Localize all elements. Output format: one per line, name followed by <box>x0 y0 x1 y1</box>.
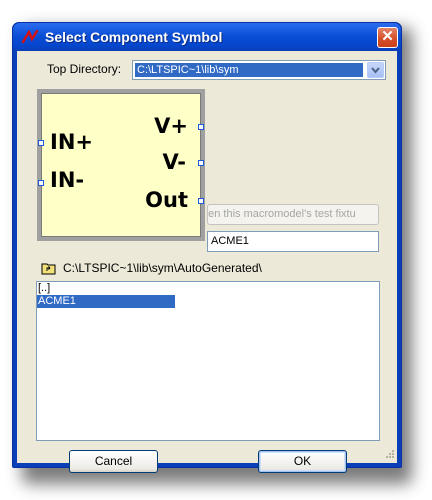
symbol-name-field[interactable]: ACME1 <box>207 231 379 252</box>
list-item-parent-dir[interactable]: [..] <box>37 282 175 295</box>
pin-out-marker <box>198 198 204 204</box>
pin-in-plus-label: IN+ <box>50 130 93 154</box>
list-item-acme1[interactable]: ACME1 <box>37 295 175 308</box>
pin-v-plus-marker <box>198 124 204 130</box>
folder-up-icon[interactable] <box>41 261 57 275</box>
symbol-file-list[interactable]: [..] ACME1 <box>36 281 380 441</box>
test-fixture-label: pen this macromodel's test fixtu <box>207 208 356 220</box>
pin-in-plus-marker <box>38 140 44 146</box>
close-icon[interactable]: ✕ <box>377 26 398 48</box>
resize-grip-icon[interactable] <box>383 449 395 461</box>
current-path-label: C:\LTSPIC~1\lib\sym\AutoGenerated\ <box>63 261 262 275</box>
symbol-preview-frame: IN+ IN- V+ V- Out <box>37 89 205 241</box>
pin-v-minus-label: V- <box>162 150 186 174</box>
pin-in-minus-label: IN- <box>50 168 85 192</box>
select-component-symbol-dialog: Select Component Symbol ✕ Top Directory:… <box>12 22 402 473</box>
open-test-fixture-button[interactable]: pen this macromodel's test fixtu <box>207 204 379 225</box>
pin-v-plus-label: V+ <box>154 114 188 138</box>
title-bar[interactable]: Select Component Symbol ✕ <box>13 23 401 51</box>
cancel-button[interactable]: Cancel <box>69 450 158 473</box>
pin-out-label: Out <box>145 188 188 212</box>
top-directory-select[interactable]: C:\LTSPIC~1\lib\sym <box>132 60 386 80</box>
dialog-client-area: Top Directory: C:\LTSPIC~1\lib\sym IN+ I… <box>17 51 397 473</box>
pin-in-minus-marker <box>38 180 44 186</box>
dropdown-button[interactable] <box>367 62 384 78</box>
pin-v-minus-marker <box>198 160 204 166</box>
top-directory-value: C:\LTSPIC~1\lib\sym <box>135 63 363 77</box>
window-title: Select Component Symbol <box>45 29 223 45</box>
symbol-preview: IN+ IN- V+ V- Out <box>38 93 204 237</box>
chevron-down-icon <box>371 67 380 74</box>
top-directory-label: Top Directory: <box>47 62 122 76</box>
ok-button[interactable]: OK <box>258 450 347 473</box>
ltspice-app-icon <box>21 30 39 44</box>
